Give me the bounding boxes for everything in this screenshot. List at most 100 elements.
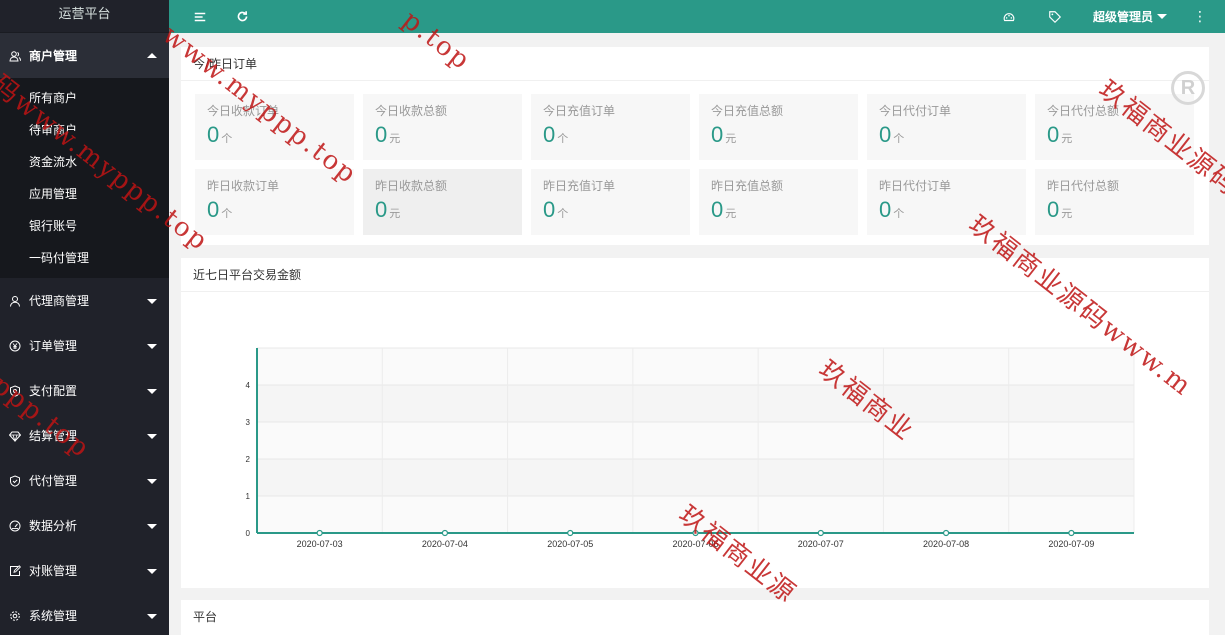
submenu-item-apps[interactable]: 应用管理 [0,178,169,210]
y-tick-label: 2 [246,455,251,464]
data-point [817,529,824,537]
sidebar-item-label: 代付管理 [29,474,78,488]
edit-icon [8,564,21,577]
sidebar-item-label: 订单管理 [29,339,78,353]
sidebar-item-reconciliation[interactable]: 对账管理 [0,548,169,593]
sidebar-item-analytics[interactable]: 数据分析 [0,503,169,548]
sidebar-item-agents[interactable]: 代理商管理 [0,278,169,323]
sidebar-item-merchant[interactable]: 商户管理 [0,33,169,78]
stat-value-row: 0个 [543,197,690,223]
line-chart: 0 1 2 3 4 2020-07-03 2020-07-04 2020-07-05 2020-… [246,347,1135,549]
user-menu[interactable]: 超级管理员 [1093,8,1167,25]
stat-tile: 昨日代付总额 0 元 [1035,169,1194,235]
stat-unit: 个 [893,207,905,220]
sidebar-item-label: 商户管理 [29,49,78,63]
orders-stats-card: 今/昨日订单 今日收款订单 0 个今日收款总额 0 元今日充值订单 0 个今日充值总额 0 元今… [181,47,1209,245]
x-tick-label: 2020-07-06 [672,539,718,549]
sidebar-item-system[interactable]: 系统管理 [0,593,169,635]
stat-value-row: 0元 [1047,122,1194,148]
stat-value: 0 [711,197,724,222]
stat-unit: 个 [557,132,569,145]
stat-value-row: 0元 [375,197,522,223]
chevron-down-icon [147,523,157,529]
stat-value-row: 0元 [711,197,858,223]
grid-band [257,459,1134,496]
stat-unit: 个 [893,132,905,145]
x-tick-label: 2020-07-07 [798,539,844,549]
data-point [942,529,950,537]
sidebar-item-label: 支付配置 [29,384,78,398]
chart-title: 近七日平台交易金额 [181,258,1209,292]
chevron-down-icon [147,478,157,484]
submenu-item-fund-flow[interactable]: 资金流水 [0,146,169,178]
data-point [441,529,449,537]
menu-toggle-icon[interactable] [192,9,208,25]
x-tick-label: 2020-07-05 [547,539,593,549]
x-tick-label: 2020-07-03 [297,539,343,549]
stat-value: 0 [207,122,220,147]
x-tick-label: 2020-07-04 [422,539,468,549]
platform-card: 平台 [181,600,1209,635]
chevron-down-icon [147,568,157,574]
sidebar-item-payout[interactable]: 代付管理 [0,458,169,503]
sidebar-item-settlement[interactable]: 结算管理 [0,413,169,458]
stat-value-row: 0个 [207,197,354,223]
submenu-item-all-merchants[interactable]: 所有商户 [0,82,169,114]
stat-label: 昨日充值订单 [543,179,616,193]
stat-unit: 元 [1061,132,1073,145]
data-point [567,529,574,537]
stat-label: 昨日代付总额 [1047,179,1120,193]
stat-tile: 今日充值订单 0 个 [531,94,690,160]
tag-icon[interactable] [1047,9,1063,25]
stat-tile: 昨日代付订单 0 个 [867,169,1026,235]
stat-label: 昨日收款总额 [375,179,448,193]
stat-value-row: 0个 [207,122,354,148]
submenu-item-pending-merchants[interactable]: 待审商户 [0,114,169,146]
user-icon [8,294,21,307]
stat-value: 0 [711,122,724,147]
user-group-icon [8,49,21,62]
submenu-merchant: 所有商户 待审商户 资金流水 应用管理 银行账号 一码付管理 [0,78,169,278]
stat-label: 昨日代付订单 [879,179,952,193]
stat-value: 0 [1047,122,1060,147]
x-tick-label: 2020-07-09 [1048,539,1094,549]
stat-value: 0 [1047,197,1060,222]
stat-unit: 元 [725,132,737,145]
data-point [692,529,699,537]
stat-value-row: 0个 [879,197,1026,223]
stat-value-row: 0个 [879,122,1026,148]
stat-value: 0 [375,122,388,147]
chevron-down-icon [147,388,157,394]
stat-value-row: 0元 [711,122,858,148]
stat-tile: 昨日充值总额 0 元 [699,169,858,235]
sidebar-item-label: 系统管理 [29,609,78,623]
submenu-item-one-code-pay[interactable]: 一码付管理 [0,242,169,274]
stat-tile: 昨日收款订单 0 个 [195,169,354,235]
sidebar-item-label: 代理商管理 [29,294,90,308]
shield-icon [8,384,21,397]
stat-tile: 今日收款总额 0 元 [363,94,522,160]
sidebar-item-label: 对账管理 [29,564,78,578]
chevron-down-icon [1157,14,1167,19]
submenu-item-bank-accounts[interactable]: 银行账号 [0,210,169,242]
theme-icon[interactable] [1001,9,1017,25]
y-tick-label: 4 [246,381,251,390]
chevron-down-icon [147,613,157,619]
chevron-down-icon [147,298,157,304]
stat-value: 0 [879,122,892,147]
stat-unit: 元 [725,207,737,220]
stat-value-row: 0个 [543,122,690,148]
stat-value: 0 [879,197,892,222]
data-point [316,529,323,537]
chart-card: 近七日平台交易金额 0 1 2 3 4 2020-07-03 2020-07-04 2020-… [181,258,1209,588]
more-icon[interactable]: ⋮ [1193,10,1207,24]
sidebar-item-orders[interactable]: 订单管理 [0,323,169,368]
sidebar-item-payment-config[interactable]: 支付配置 [0,368,169,413]
stat-tile: 今日收款订单 0 个 [195,94,354,160]
refresh-icon[interactable] [234,9,250,25]
stat-label: 今日代付订单 [879,104,952,118]
sidebar: 运营平台 商户管理 所有商户 待审商户 资金流水 应用管理 银行账号 一码付管理… [0,0,169,635]
stat-label: 昨日收款订单 [207,179,280,193]
stat-label: 今日充值订单 [543,104,616,118]
stat-tile: 昨日收款总额 0 元 [363,169,522,235]
